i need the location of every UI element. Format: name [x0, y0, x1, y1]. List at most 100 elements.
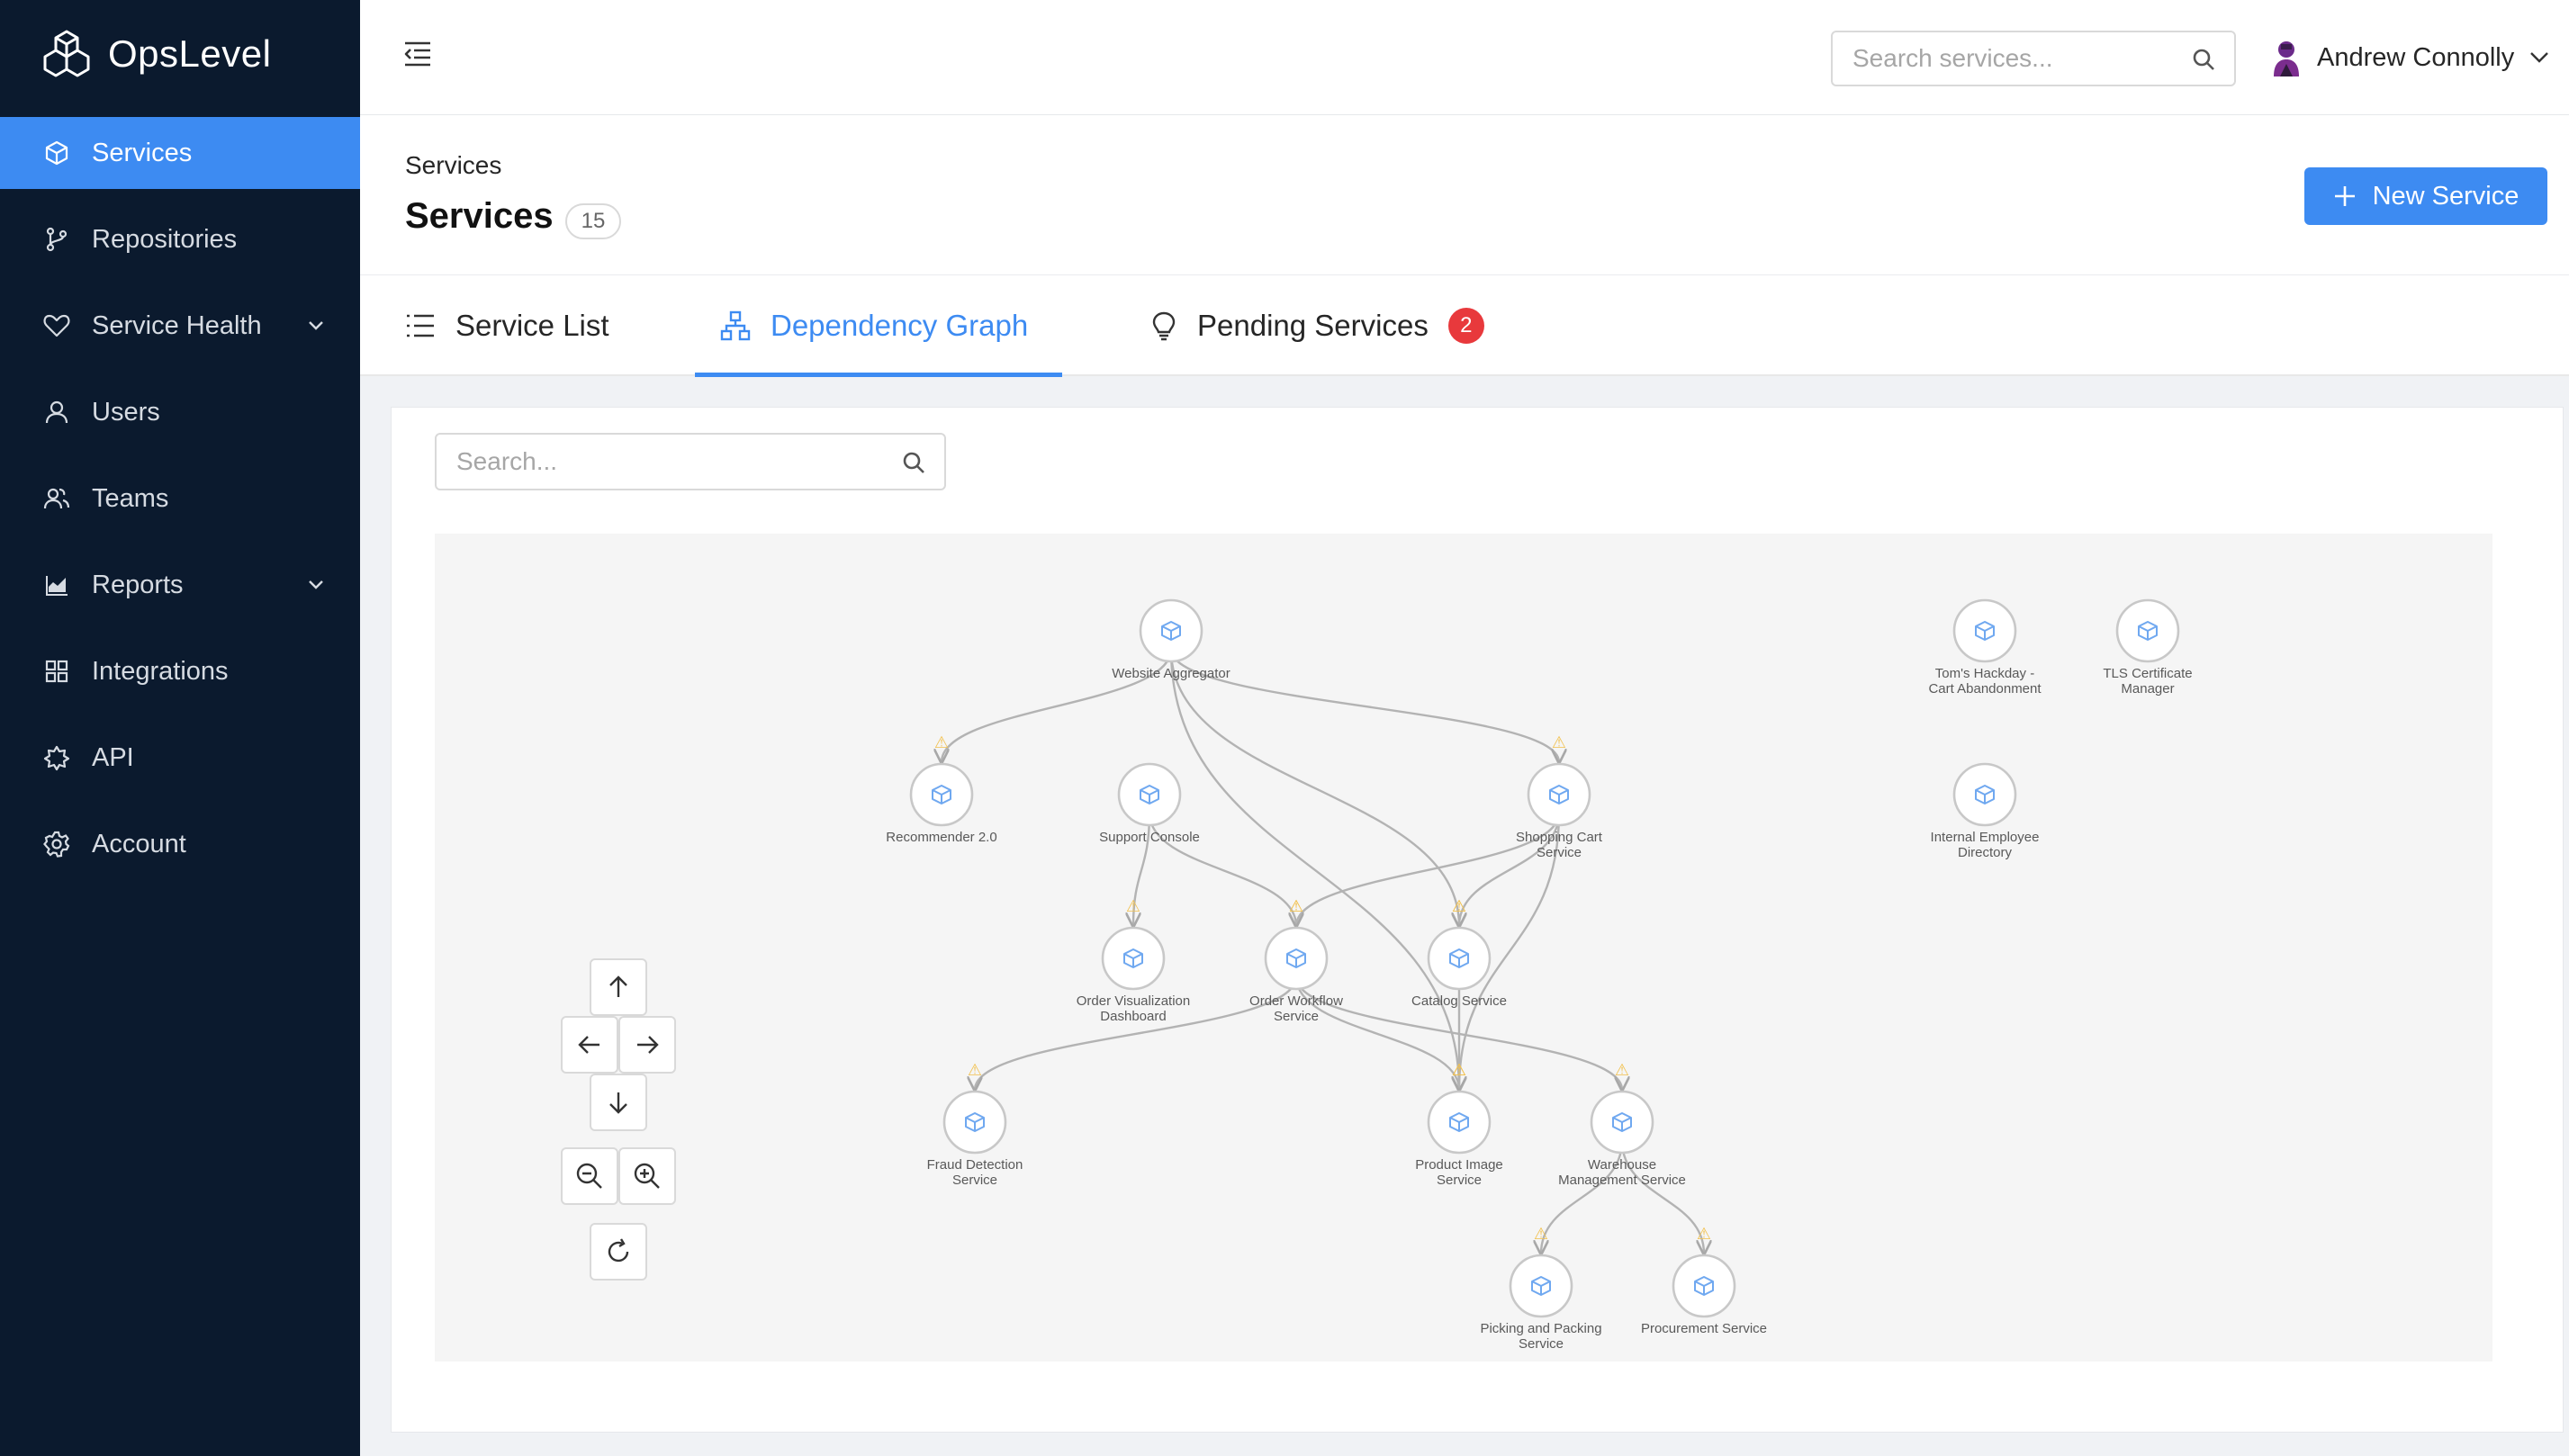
- chevron-down-icon: [2530, 52, 2549, 63]
- sidebar-item-api[interactable]: API: [0, 722, 360, 794]
- search-icon[interactable]: [2191, 47, 2216, 72]
- plus-icon: [2334, 186, 2355, 206]
- service-node-cat[interactable]: Catalog Service: [1411, 926, 1507, 1009]
- service-node-label: Tom's Hackday -: [1935, 666, 2034, 681]
- new-service-label: New Service: [2372, 181, 2519, 211]
- zoom-in-icon: [634, 1163, 660, 1189]
- service-node-label: Recommender 2.0: [886, 830, 996, 845]
- new-service-button[interactable]: New Service: [2304, 167, 2547, 225]
- service-node-ied[interactable]: Internal EmployeeDirectory: [1931, 762, 2040, 860]
- sidebar-item-label: Account: [92, 829, 186, 858]
- active-tab-indicator: [695, 373, 1062, 377]
- service-node-wms[interactable]: WarehouseManagement Service: [1558, 1090, 1686, 1188]
- pan-down-button[interactable]: [590, 1074, 647, 1131]
- sidebar-item-label: Services: [92, 138, 193, 167]
- chevron-down-icon: [309, 321, 323, 330]
- sidebar-item-teams[interactable]: Teams: [0, 463, 360, 535]
- sidebar-item-repositories[interactable]: Repositories: [0, 203, 360, 275]
- user-menu[interactable]: Andrew Connolly: [2268, 34, 2552, 81]
- tab-service-list[interactable]: Service List: [405, 275, 609, 376]
- edge-warning-icon: ⚠: [1126, 897, 1140, 916]
- api-icon: [41, 742, 72, 773]
- app-name: OpsLevel: [108, 32, 272, 75]
- service-node-shop[interactable]: Shopping CartService: [1516, 762, 1603, 860]
- sidebar-item-label: Service Health: [92, 310, 262, 340]
- edge-warning-icon: ⚠: [1552, 733, 1566, 752]
- edge-warning-icon: ⚠: [934, 733, 949, 752]
- menu-collapse-icon[interactable]: [401, 38, 434, 70]
- top-header: Andrew Connolly: [360, 0, 2569, 115]
- tab-label: Service List: [455, 309, 609, 342]
- pan-left-button[interactable]: [561, 1016, 618, 1074]
- sidebar-nav: Services Repositories Service Health Use…: [0, 117, 360, 894]
- service-node-pis[interactable]: Product ImageService: [1415, 1090, 1503, 1188]
- service-node-fraud[interactable]: Fraud DetectionService: [927, 1090, 1023, 1188]
- zoom-in-button[interactable]: [618, 1147, 676, 1205]
- opslevel-logo-icon: [43, 30, 90, 77]
- service-search-input[interactable]: [1833, 32, 2175, 85]
- sidebar-item-label: API: [92, 742, 134, 772]
- view-tabs: Service List Dependency Graph Pending Se…: [360, 275, 2569, 377]
- sidebar-item-service-health[interactable]: Service Health: [0, 290, 360, 362]
- list-icon: [407, 314, 434, 337]
- team-icon: [41, 483, 72, 514]
- service-search[interactable]: [1831, 31, 2236, 86]
- arrow-right-icon: [637, 1036, 659, 1054]
- edge-warning-icon: ⚠: [1615, 1061, 1629, 1080]
- tab-label: Dependency Graph: [771, 309, 1029, 342]
- sidebar-item-users[interactable]: Users: [0, 376, 360, 448]
- sidebar-item-reports[interactable]: Reports: [0, 549, 360, 621]
- edge-warning-icon: ⚠: [968, 1061, 982, 1080]
- service-node-wa[interactable]: Website Aggregator: [1112, 598, 1230, 681]
- lightbulb-icon: [1152, 311, 1176, 341]
- chart-icon: [41, 570, 72, 600]
- sidebar-item-label: Integrations: [92, 656, 229, 686]
- service-node-rec[interactable]: Recommender 2.0: [886, 762, 997, 845]
- user-icon: [41, 397, 72, 427]
- sidebar-item-integrations[interactable]: Integrations: [0, 635, 360, 707]
- app-logo[interactable]: OpsLevel: [41, 27, 271, 81]
- service-node-label: Service: [1274, 1009, 1319, 1024]
- sidebar-item-account[interactable]: Account: [0, 808, 360, 880]
- tab-pending-services[interactable]: Pending Services 2: [1150, 275, 1484, 376]
- service-node-pps[interactable]: Picking and PackingService: [1480, 1254, 1602, 1352]
- cube-icon: [41, 138, 72, 168]
- service-node-tls[interactable]: TLS CertificateManager: [2103, 598, 2193, 697]
- graph-search-input[interactable]: [437, 435, 887, 489]
- service-node-label: Catalog Service: [1411, 993, 1507, 1009]
- pan-right-button[interactable]: [618, 1016, 676, 1074]
- reset-view-button[interactable]: [590, 1223, 647, 1281]
- service-count-badge: 15: [565, 203, 621, 239]
- service-node-proc[interactable]: Procurement Service: [1641, 1254, 1767, 1336]
- zoom-out-button[interactable]: [561, 1147, 618, 1205]
- sidebar-item-label: Users: [92, 397, 160, 427]
- service-node-label: TLS Certificate: [2103, 666, 2192, 681]
- service-node-sc[interactable]: Support Console: [1099, 762, 1200, 845]
- service-node-label: Cart Abandonment: [1928, 681, 2042, 697]
- search-icon[interactable]: [901, 450, 926, 475]
- sidebar-item-label: Reports: [92, 570, 184, 599]
- service-node-ows[interactable]: Order WorkflowService: [1249, 926, 1343, 1024]
- sidebar-item-services[interactable]: Services: [0, 117, 360, 189]
- dependency-edge[interactable]: [1169, 649, 1459, 926]
- tab-dependency-graph[interactable]: Dependency Graph: [720, 275, 1028, 376]
- arrow-left-icon: [578, 1036, 599, 1054]
- service-node-ovd[interactable]: Order VisualizationDashboard: [1077, 926, 1190, 1024]
- user-name: Andrew Connolly: [2317, 42, 2515, 72]
- service-node-label: Service: [952, 1173, 997, 1188]
- refresh-icon: [608, 1238, 629, 1263]
- service-node-tom[interactable]: Tom's Hackday -Cart Abandonment: [1928, 598, 2042, 697]
- pan-up-button[interactable]: [590, 958, 647, 1016]
- service-node-label: Procurement Service: [1641, 1321, 1767, 1336]
- edge-warning-icon: ⚠: [1289, 897, 1303, 916]
- avatar: [2274, 41, 2299, 76]
- chevron-down-icon: [309, 580, 323, 589]
- service-node-label: Management Service: [1558, 1173, 1686, 1188]
- service-node-label: Order Visualization: [1077, 993, 1190, 1009]
- dependency-graph-canvas[interactable]: ⚠ ⚠ ⚠ ⚠ ⚠ ⚠ ⚠ ⚠ ⚠ ⚠ ⚠ ⚠ ⚠ ⚠ ⚠ Website Aggregator Recomm…: [435, 534, 2492, 1362]
- service-node-label: Service: [1519, 1336, 1564, 1352]
- dependency-graph[interactable]: ⚠ ⚠⚠⚠⚠ ⚠⚠ ⚠⚠⚠ ⚠⚠⚠⚠ ⚠ Website AggregatorRecomm…: [435, 534, 2492, 1362]
- edge-warning-icon: ⚠: [1452, 1061, 1466, 1080]
- graph-search[interactable]: [435, 433, 946, 490]
- breadcrumb[interactable]: Services: [405, 151, 501, 180]
